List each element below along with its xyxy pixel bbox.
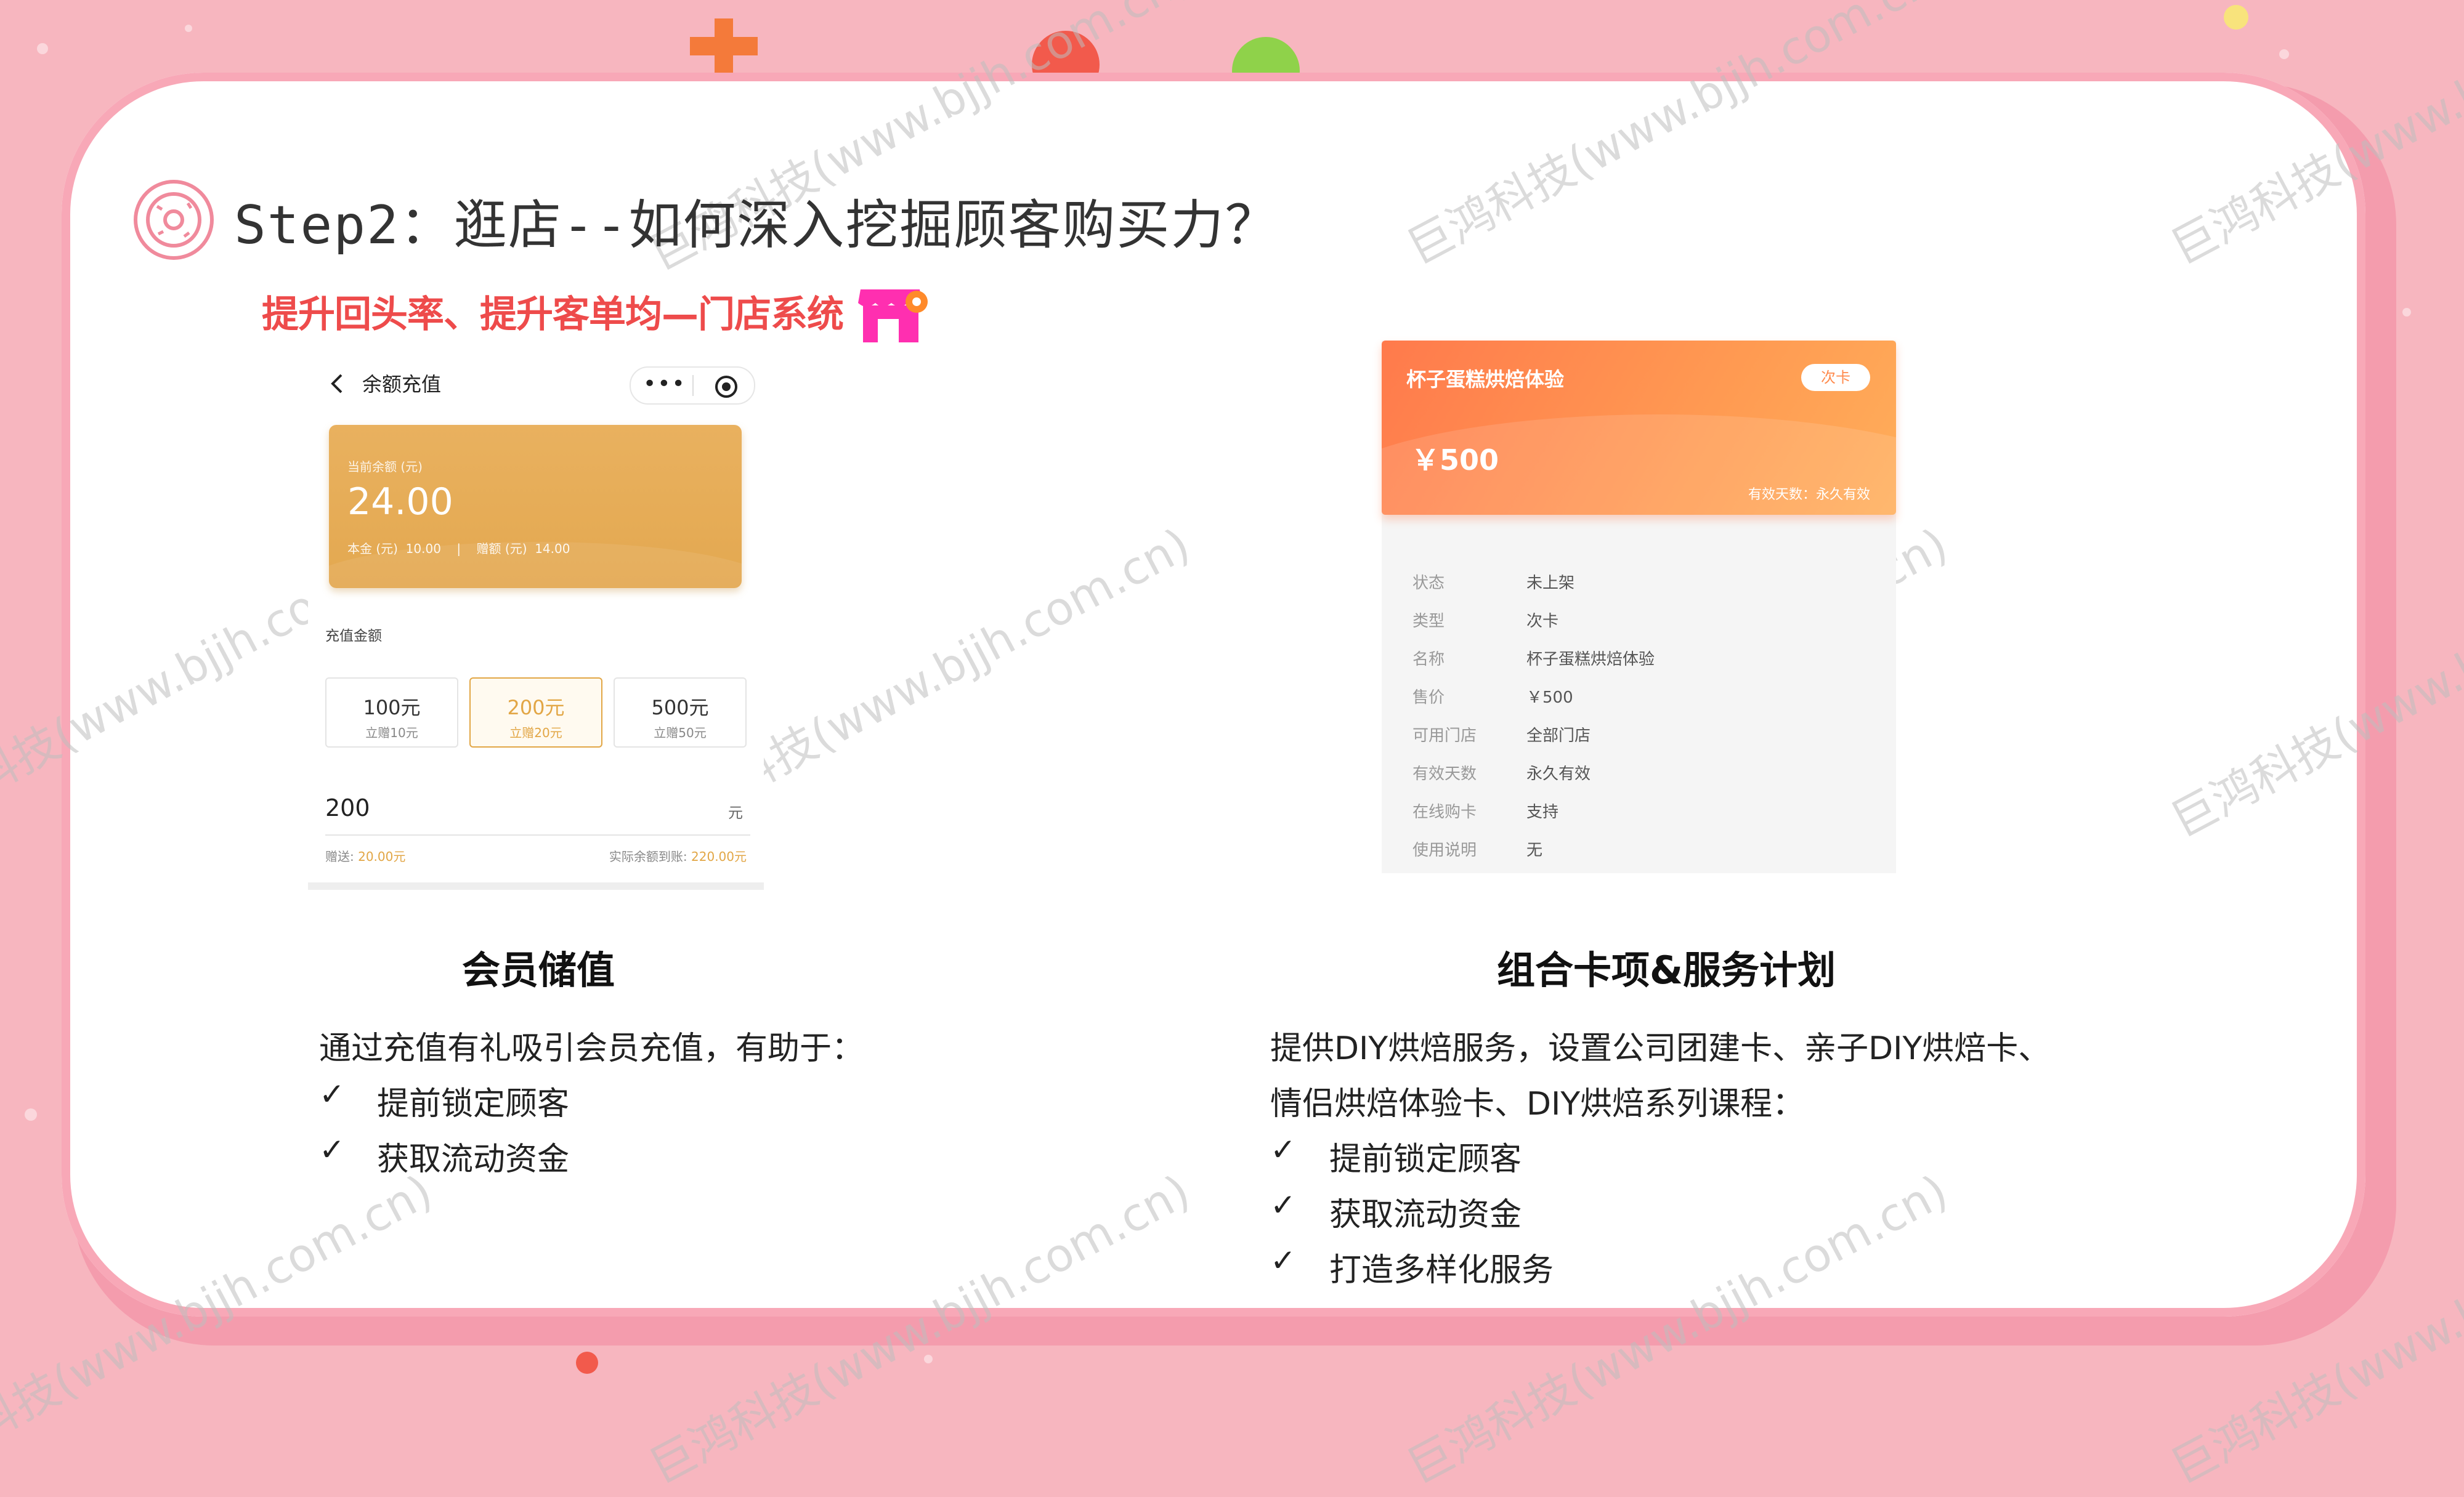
detail-value: 杯子蛋糕烘焙体验 <box>1526 650 1655 669</box>
detail-row: 使用说明 无 <box>1412 837 1542 860</box>
check-icon: ✓ <box>1270 1132 1296 1168</box>
bullet-point: 打造多样化服务 <box>1329 1252 1554 1289</box>
card-validity: 有效天数：永久有效 <box>1748 487 1870 502</box>
detail-key: 售价 <box>1412 688 1445 707</box>
option-gift: 立赠10元 <box>365 725 418 740</box>
recharge-option-200[interactable]: 200元 立赠20元 <box>469 677 602 748</box>
page-title: Step2：逛店--如何深入挖掘顾客购买力？ <box>234 195 1279 256</box>
amount-unit: 元 <box>728 804 743 821</box>
page-header: Step2：逛店--如何深入挖掘顾客购买力？ <box>132 179 1279 262</box>
check-icon: ✓ <box>1270 1187 1296 1223</box>
actual-note-label: 实际余额到账: <box>609 849 692 864</box>
detail-key: 状态 <box>1412 574 1445 592</box>
page-subtitle: 提升回头率、提升客单均—门店系统 <box>262 293 844 336</box>
detail-row: 售价 ￥500 <box>1412 685 1573 708</box>
detail-key: 可用门店 <box>1412 727 1477 745</box>
section-intro-line1: 提供DIY烘焙服务，设置公司团建卡、亲子DIY烘焙卡、 <box>1270 1030 2051 1067</box>
balance-detail: 本金 (元) 10.00 | 赠额 (元) 14.00 <box>347 541 570 556</box>
detail-key: 在线购卡 <box>1412 803 1477 821</box>
detail-value: 永久有效 <box>1526 765 1591 783</box>
detail-key: 类型 <box>1412 612 1445 631</box>
detail-row: 在线购卡 支持 <box>1412 799 1558 822</box>
option-gift: 立赠20元 <box>509 725 562 740</box>
sprinkle-cross-decor <box>690 18 758 74</box>
nav-bar: 余额充值 ••• <box>308 360 764 410</box>
balance-card: 当前余额 (元) 24.00 本金 (元) 10.00 | 赠额 (元) 14.… <box>329 425 742 588</box>
section-intro: 通过充值有礼吸引会员充值，有助于： <box>319 1030 864 1067</box>
option-gift: 立赠50元 <box>654 725 707 740</box>
more-icon[interactable]: ••• <box>643 371 686 397</box>
detail-key: 使用说明 <box>1412 841 1477 860</box>
check-icon: ✓ <box>1270 1243 1296 1278</box>
card-type-badge: 次卡 <box>1801 364 1870 391</box>
detail-row: 类型 次卡 <box>1412 608 1558 631</box>
section-intro-line2: 情侣烘焙体验卡、DIY烘焙系列课程： <box>1270 1086 1805 1123</box>
actual-note-value: 220.00元 <box>691 849 747 864</box>
nav-title: 余额充值 <box>362 373 442 396</box>
card-detail-screenshot: 杯子蛋糕烘焙体验 次卡 ￥500 有效天数：永久有效 状态 未上架 类型 次卡 名称… <box>1382 341 1896 873</box>
recharge-option-500[interactable]: 500元 立赠50元 <box>614 677 747 748</box>
card-preview: 杯子蛋糕烘焙体验 次卡 ￥500 有效天数：永久有效 <box>1382 341 1896 515</box>
phone-bottom-bar <box>308 882 764 890</box>
detail-value: 无 <box>1526 841 1543 860</box>
detail-row: 名称 杯子蛋糕烘焙体验 <box>1412 647 1655 669</box>
bullet-point: 获取流动资金 <box>377 1141 570 1178</box>
detail-row: 可用门店 全部门店 <box>1412 723 1591 746</box>
card-name: 杯子蛋糕烘焙体验 <box>1406 368 1565 391</box>
gift-note: 赠送: 20.00元 <box>325 847 405 865</box>
balance-label: 当前余额 (元) <box>347 459 423 474</box>
red-dot-decor <box>576 1352 598 1374</box>
gift-note-value: 20.00元 <box>358 849 406 864</box>
option-amount: 100元 <box>363 696 421 719</box>
detail-key: 名称 <box>1412 650 1445 669</box>
detail-row: 状态 未上架 <box>1412 570 1574 593</box>
bullet-point: 获取流动资金 <box>1329 1196 1522 1233</box>
capsule-divider <box>692 375 694 396</box>
input-underline <box>325 834 750 836</box>
yellow-dot-decor <box>2224 5 2248 30</box>
balance-amount: 24.00 <box>347 480 453 523</box>
balance-recharge-screenshot: 余额充值 ••• 当前余额 (元) 24.00 本金 (元) 10.00 | 赠… <box>308 348 764 890</box>
detail-value: 支持 <box>1526 803 1559 821</box>
bullet-point: 提前锁定顾客 <box>1329 1141 1522 1178</box>
back-arrow-icon[interactable] <box>325 371 350 396</box>
option-amount: 200元 <box>507 696 565 719</box>
close-target-icon[interactable] <box>715 376 737 398</box>
detail-row: 有效天数 永久有效 <box>1412 761 1591 784</box>
recharge-option-100[interactable]: 100元 立赠10元 <box>325 677 458 748</box>
detail-value: 次卡 <box>1526 612 1559 631</box>
section-heading-card-service-plan: 组合卡项&服务计划 <box>1497 948 1836 993</box>
amount-input[interactable]: 200 <box>325 794 370 821</box>
card-price: ￥500 <box>1411 443 1499 477</box>
check-icon: ✓ <box>319 1132 345 1168</box>
gift-note-label: 赠送: <box>325 849 359 864</box>
bullet-point: 提前锁定顾客 <box>377 1086 570 1123</box>
check-icon: ✓ <box>319 1076 345 1112</box>
recharge-label: 充值金额 <box>325 628 382 644</box>
mini-program-capsule: ••• <box>630 366 755 405</box>
donut-icon <box>134 180 214 260</box>
section-heading-member-stored-value: 会员储值 <box>462 948 615 993</box>
detail-value: 全部门店 <box>1526 727 1591 745</box>
detail-key: 有效天数 <box>1412 765 1477 783</box>
actual-note: 实际余额到账: 220.00元 <box>609 847 747 865</box>
store-gear-icon <box>858 289 928 342</box>
detail-value: 未上架 <box>1526 574 1575 592</box>
detail-value: ￥500 <box>1526 688 1573 707</box>
option-amount: 500元 <box>651 696 709 719</box>
